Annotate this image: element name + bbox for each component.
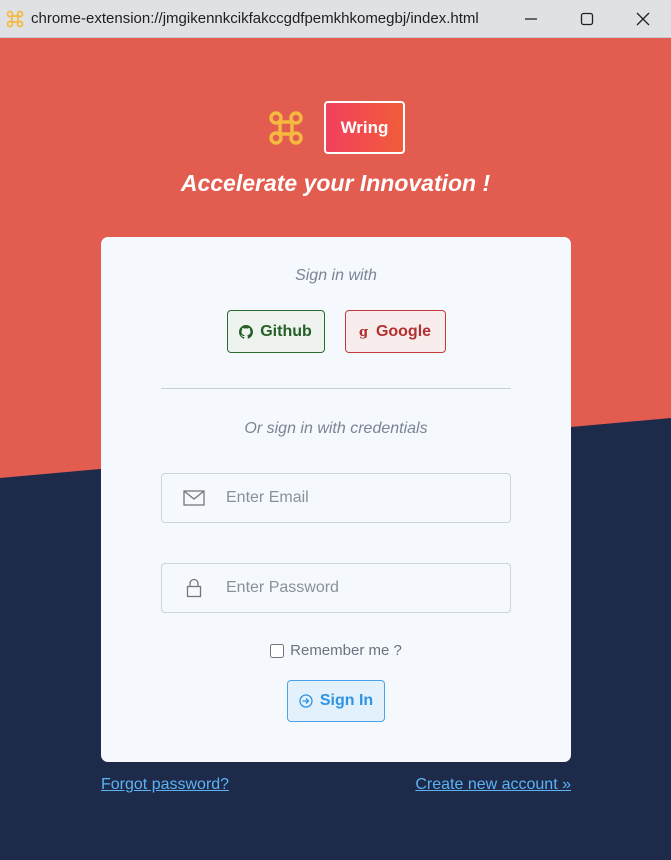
create-account-link[interactable]: Create new account »: [415, 776, 571, 794]
maximize-icon: [580, 12, 594, 25]
credentials-label: Or sign in with credentials: [244, 420, 428, 437]
google-button[interactable]: g Google: [344, 310, 446, 353]
brand-header: Wring: [0, 101, 671, 154]
remember-me-label: Remember me ?: [290, 642, 402, 659]
login-arrow-icon: [299, 694, 313, 708]
github-button[interactable]: Github: [226, 310, 325, 353]
github-icon: [239, 324, 254, 339]
minimize-button[interactable]: [503, 0, 559, 38]
github-label: Github: [260, 322, 312, 340]
sign-in-with-label: Sign in with: [295, 267, 377, 284]
login-page: Wring Accelerate your Innovation ! Sign …: [0, 38, 671, 860]
email-input[interactable]: [226, 474, 510, 522]
login-card: Sign in with Github g Google Or sign in …: [101, 237, 571, 762]
lock-icon: [162, 578, 226, 598]
password-field: [161, 563, 511, 613]
svg-text:g: g: [359, 325, 368, 340]
email-field: [161, 473, 511, 523]
brand-name-badge: Wring: [324, 101, 405, 154]
remember-me-checkbox[interactable]: [270, 643, 285, 658]
sign-in-label: Sign In: [319, 692, 374, 709]
close-window-button[interactable]: [615, 0, 671, 38]
divider: [161, 388, 511, 389]
window-url: chrome-extension://jmgikennkcikfakccgdfp…: [31, 10, 479, 27]
forgot-password-link[interactable]: Forgot password?: [101, 776, 229, 794]
google-label: Google: [375, 322, 432, 340]
tagline: Accelerate your Innovation !: [180, 170, 491, 196]
maximize-button[interactable]: [559, 0, 615, 38]
window-titlebar: chrome-extension://jmgikennkcikfakccgdfp…: [0, 0, 671, 38]
command-key-icon: [6, 10, 24, 27]
envelope-icon: [162, 490, 226, 506]
minimize-icon: [525, 17, 537, 20]
close-icon: [636, 12, 650, 25]
remember-me: Remember me ?: [101, 642, 571, 659]
google-icon: g: [359, 325, 368, 340]
password-input[interactable]: [226, 564, 510, 612]
oauth-buttons: Github g Google: [101, 310, 571, 353]
command-key-icon: [269, 110, 303, 145]
sign-in-button[interactable]: Sign In: [287, 680, 385, 722]
